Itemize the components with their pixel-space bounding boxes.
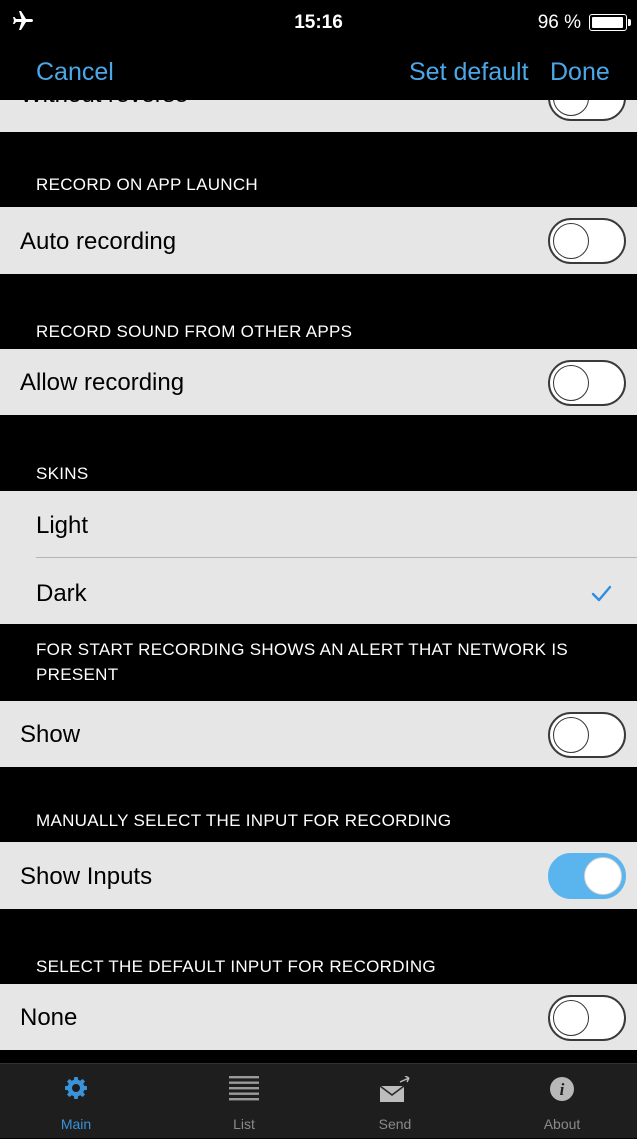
battery-fill [592,17,623,28]
cancel-button[interactable]: Cancel [36,58,114,87]
divider [36,557,637,558]
toggle-knob [553,1000,589,1036]
skins-group: Light Dark [0,491,637,624]
toggle-knob [553,223,589,259]
show-inputs-row[interactable]: Show Inputs [0,842,637,909]
settings-list[interactable]: Without reverse RECORD ON APP LAUNCH Aut… [0,100,637,1063]
default-input-none-label: None [20,1004,78,1031]
toggle-knob [584,857,622,895]
toggle-knob [553,365,589,401]
tab-list-label: List [233,1116,255,1132]
section-header-skins: SKINS [36,464,89,483]
tab-about-label: About [543,1116,581,1132]
section-header-network-alert: FOR START RECORDING SHOWS AN ALERT THAT … [36,640,569,684]
section-header-record-launch: RECORD ON APP LAUNCH [36,175,259,194]
tab-main-label: Main [60,1116,92,1132]
auto-recording-row[interactable]: Auto recording [0,207,637,274]
skin-option-dark[interactable]: Dark [36,580,87,608]
auto-recording-label: Auto recording [20,228,177,255]
navigation-bar: Cancel Set default Done [0,44,637,100]
done-button[interactable]: Done [550,58,610,87]
allow-recording-label: Allow recording [20,369,185,396]
toggle-knob [553,717,589,753]
tab-main[interactable]: Main [26,1064,126,1139]
toggle-knob [553,100,589,116]
tab-send[interactable]: Send [345,1064,445,1139]
checkmark-icon [591,585,612,602]
auto-recording-toggle[interactable] [548,218,626,264]
list-icon [229,1076,259,1101]
section-header-record-sound: RECORD SOUND FROM OTHER APPS [36,322,353,341]
battery-tip [628,19,631,26]
section-header-manual-input: MANUALLY SELECT THE INPUT FOR RECORDING [36,811,452,830]
default-input-none-toggle[interactable] [548,995,626,1041]
info-icon: i [550,1077,574,1101]
status-bar: 15:16 96 % [0,0,637,44]
show-inputs-label: Show Inputs [20,863,153,890]
tab-list[interactable]: List [194,1064,294,1139]
tab-send-label: Send [378,1116,412,1132]
show-network-alert-row[interactable]: Show [0,701,637,767]
default-input-none-row[interactable]: None [0,984,637,1050]
section-header-default-input: SELECT THE DEFAULT INPUT FOR RECORDING [36,957,436,976]
show-network-alert-label: Show [20,721,81,748]
skin-option-light[interactable]: Light [36,512,88,540]
without-reverse-row[interactable]: Without reverse [0,100,637,132]
allow-recording-row[interactable]: Allow recording [0,349,637,415]
envelope-icon [379,1076,410,1102]
tab-about[interactable]: i About [512,1064,612,1139]
set-default-button[interactable]: Set default [409,58,529,87]
show-inputs-toggle[interactable] [548,853,626,899]
gear-icon [65,1077,87,1099]
without-reverse-label: Without reverse [20,100,188,109]
battery-icon [589,14,627,31]
show-network-alert-toggle[interactable] [548,712,626,758]
without-reverse-toggle[interactable] [548,100,626,121]
tab-bar: Main List Send i About [0,1063,637,1138]
allow-recording-toggle[interactable] [548,360,626,406]
battery-percentage: 96 % [537,12,581,33]
svg-text:i: i [560,1080,565,1099]
